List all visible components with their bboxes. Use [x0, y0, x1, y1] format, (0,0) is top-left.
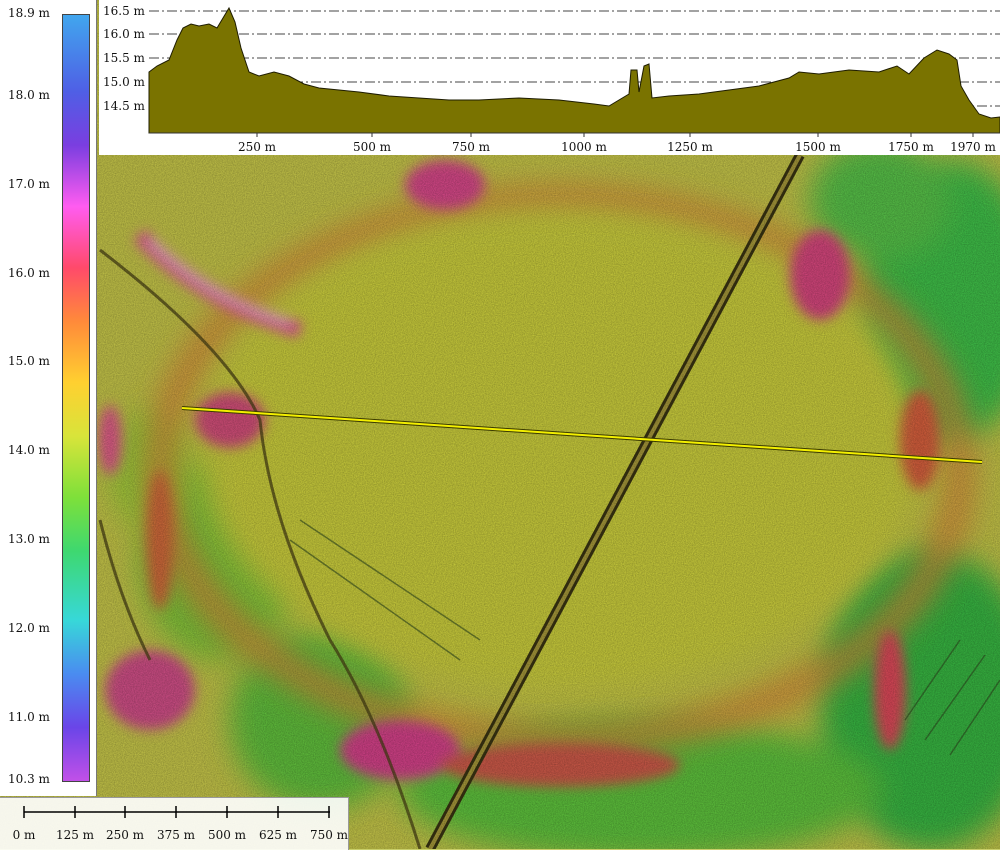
profile-x-label: 750 m	[452, 140, 491, 154]
profile-x-axis: 250 m 500 m 750 m 1000 m 1250 m 1500 m 1750 m 1…	[238, 133, 996, 154]
scale-label: 125 m	[56, 828, 95, 842]
profile-area	[148, 6, 1000, 134]
color-ramp	[62, 14, 90, 782]
profile-x-label: 1250 m	[667, 140, 713, 154]
profile-y-label: 15.0 m	[103, 75, 146, 89]
profile-x-label: 1750 m	[888, 140, 934, 154]
scale-label: 250 m	[106, 828, 145, 842]
legend-label: 13.0 m	[8, 532, 50, 546]
legend-label: 14.0 m	[8, 443, 50, 457]
profile-x-label: 1000 m	[561, 140, 607, 154]
legend-label: 12.0 m	[8, 621, 50, 635]
profile-y-label: 14.5 m	[103, 99, 146, 113]
scale-label: 375 m	[157, 828, 196, 842]
profile-x-label: 1970 m	[950, 140, 996, 154]
elevation-legend: 18.9 m 18.0 m 17.0 m 16.0 m 15.0 m 14.0 m 13.0…	[0, 0, 97, 796]
profile-x-label: 500 m	[353, 140, 392, 154]
profile-y-label: 16.5 m	[103, 4, 146, 18]
scale-bar: 0 m 125 m 250 m 375 m 500 m 625 m 750 m	[0, 797, 349, 850]
profile-y-label: 16.0 m	[103, 27, 146, 41]
legend-label: 18.9 m	[8, 6, 50, 20]
scale-label: 500 m	[208, 828, 247, 842]
scale-label: 0 m	[13, 828, 36, 842]
profile-x-label: 250 m	[238, 140, 277, 154]
profile-x-label: 1500 m	[795, 140, 841, 154]
legend-label: 18.0 m	[8, 88, 50, 102]
scale-label: 750 m	[310, 828, 348, 842]
legend-label: 16.0 m	[8, 266, 50, 280]
legend-label: 15.0 m	[8, 354, 50, 368]
profile-y-axis: 16.5 m 16.0 m 15.5 m 15.0 m 14.5 m	[103, 4, 146, 113]
legend-label: 10.3 m	[8, 772, 50, 786]
legend-label: 11.0 m	[8, 710, 50, 724]
legend-label: 17.0 m	[8, 177, 50, 191]
scale-label: 625 m	[259, 828, 298, 842]
elevation-profile: 16.5 m 16.0 m 15.5 m 15.0 m 14.5 m 250 m 500 …	[99, 0, 1000, 155]
profile-y-label: 15.5 m	[103, 51, 146, 65]
